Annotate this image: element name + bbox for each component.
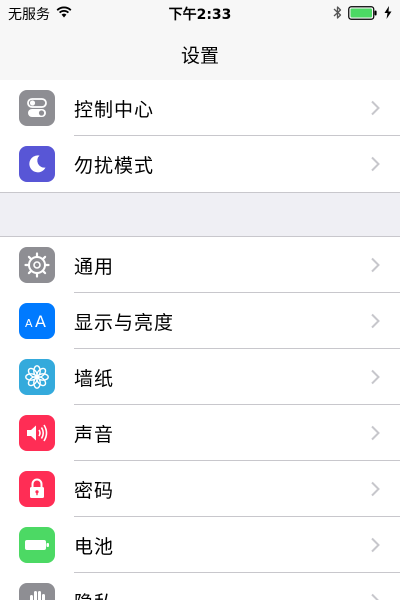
- settings-row-privacy[interactable]: 隐私: [0, 573, 400, 600]
- text-size-icon: A A: [19, 303, 55, 339]
- row-label: 电池: [74, 536, 115, 558]
- row-label: 控制中心: [74, 99, 155, 121]
- chevron-right-icon: [371, 425, 380, 441]
- row-label: 隐私: [74, 588, 114, 600]
- settings-group-1: 控制中心 勿扰模式: [0, 80, 400, 193]
- settings-screen: 无服务 下午2:33 设置 控制中心 勿扰模式 通用 A A 显示与亮度 墙纸 …: [0, 0, 400, 600]
- bluetooth-icon: [333, 5, 342, 24]
- settings-row-passcode[interactable]: 密码: [0, 461, 400, 517]
- control-center-icon: [19, 90, 55, 126]
- settings-row-do-not-disturb[interactable]: 勿扰模式: [0, 136, 400, 192]
- battery-status-icon: [348, 5, 378, 24]
- row-label: 显示与亮度: [74, 312, 175, 334]
- settings-row-sounds[interactable]: 声音: [0, 405, 400, 461]
- speaker-icon: [19, 415, 55, 451]
- settings-row-wallpaper[interactable]: 墙纸: [0, 349, 400, 405]
- navigation-bar: 设置: [0, 28, 400, 81]
- settings-row-display-brightness[interactable]: A A 显示与亮度: [0, 293, 400, 349]
- settings-row-battery[interactable]: 电池: [0, 517, 400, 573]
- flower-icon: [19, 359, 55, 395]
- moon-icon: [19, 146, 55, 182]
- battery-icon: [19, 527, 55, 563]
- row-label: 声音: [74, 424, 115, 446]
- status-right: [333, 5, 392, 24]
- svg-text:A: A: [35, 312, 46, 331]
- chevron-right-icon: [371, 369, 380, 385]
- row-label: 通用: [74, 256, 115, 278]
- settings-group-2: 通用 A A 显示与亮度 墙纸 声音 密码 电池: [0, 236, 400, 600]
- page-title: 设置: [180, 45, 219, 67]
- chevron-right-icon: [371, 100, 380, 116]
- svg-text:A: A: [25, 317, 33, 330]
- chevron-right-icon: [371, 313, 380, 329]
- chevron-right-icon: [371, 537, 380, 553]
- lock-icon: [19, 471, 55, 507]
- settings-row-general[interactable]: 通用: [0, 237, 400, 293]
- hand-icon: [19, 583, 55, 600]
- chevron-right-icon: [371, 156, 380, 172]
- settings-row-control-center[interactable]: 控制中心: [0, 80, 400, 136]
- row-label: 勿扰模式: [74, 155, 155, 177]
- row-label: 墙纸: [74, 368, 115, 390]
- charging-bolt-icon: [384, 6, 392, 23]
- chevron-right-icon: [371, 593, 379, 600]
- status-bar: 无服务 下午2:33: [0, 0, 400, 28]
- chevron-right-icon: [371, 257, 380, 273]
- chevron-right-icon: [371, 481, 380, 497]
- row-label: 密码: [74, 480, 115, 502]
- gear-icon: [19, 247, 55, 283]
